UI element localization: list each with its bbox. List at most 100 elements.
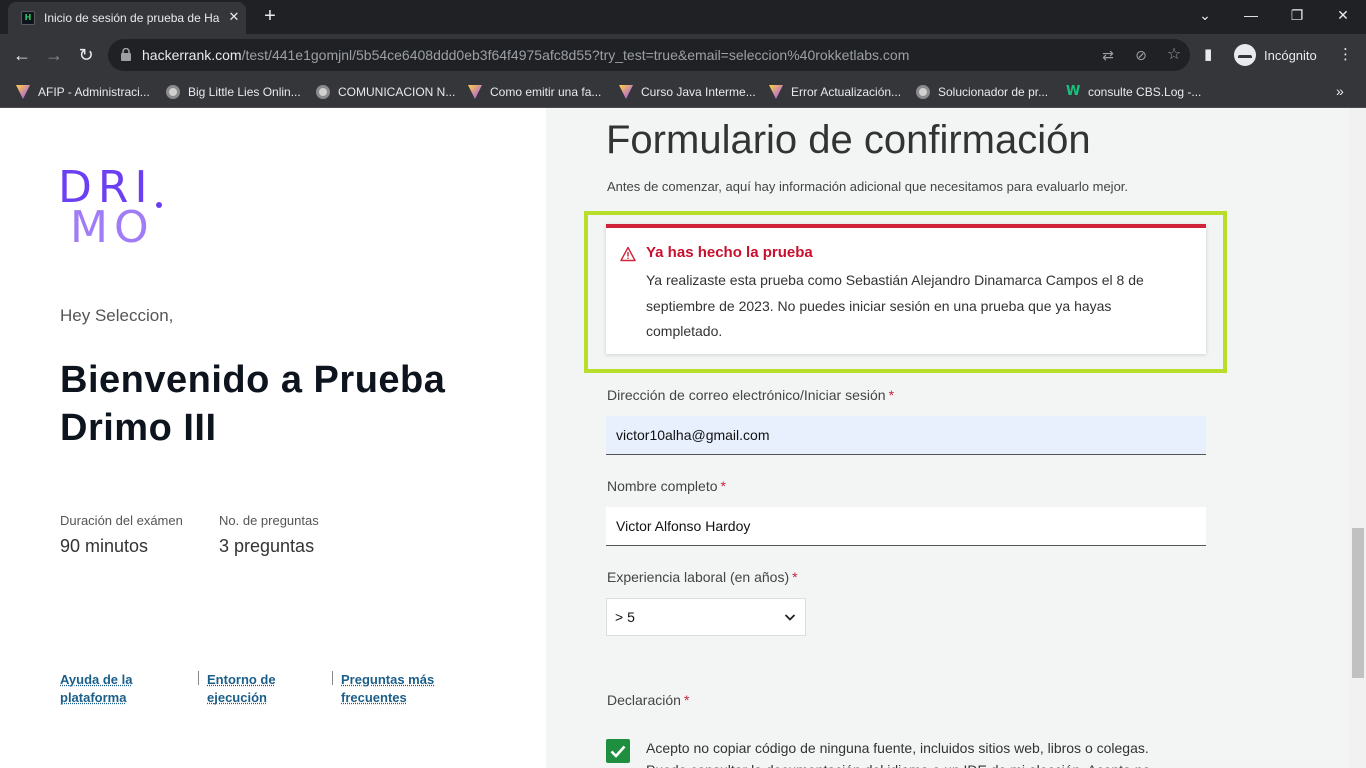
bookmark-item[interactable]: Wconsulte CBS.Log -... xyxy=(1066,83,1201,101)
hackerrank-favicon-icon: H xyxy=(21,11,35,25)
name-field-label: Nombre completo * xyxy=(607,478,726,494)
declaration-row: Acepto no copiar código de ninguna fuent… xyxy=(546,737,1350,768)
incognito-indicator[interactable]: Incógnito xyxy=(1234,40,1317,70)
bookmark-item[interactable]: Big Little Lies Onlin... xyxy=(166,83,301,101)
required-mark: * xyxy=(720,478,726,494)
vivaldi-favicon-icon xyxy=(619,85,633,99)
alert-message: Ya realizaste esta prueba como Sebastián… xyxy=(646,272,1144,339)
vivaldi-favicon-icon xyxy=(16,85,30,99)
url-path: /test/441e1gomjnl/5b54ce6408ddd0eb3f64f4… xyxy=(241,47,910,63)
already-taken-alert: Ya has hecho la prueba Ya realizaste est… xyxy=(606,224,1206,354)
questions-value: 3 preguntas xyxy=(219,536,315,556)
link-line: Ayuda de la xyxy=(60,672,133,687)
globe-icon xyxy=(916,85,930,99)
chevron-down-icon xyxy=(784,614,796,621)
bookmark-item[interactable]: Solucionador de pr... xyxy=(916,83,1048,101)
url-text: hackerrank.com/test/441e1gomjnl/5b54ce64… xyxy=(142,47,909,63)
duration-label: Duración del exámen xyxy=(60,513,183,528)
more-bookmarks-chevron-icon[interactable]: » xyxy=(1336,83,1344,99)
experience-field-label: Experiencia laboral (en años) * xyxy=(607,569,798,585)
vivaldi-favicon-icon xyxy=(468,85,482,99)
label-text: Experiencia laboral (en años) xyxy=(607,569,790,585)
translate-icon[interactable]: ⇄ xyxy=(1098,45,1118,65)
bookmark-label: Solucionador de pr... xyxy=(938,85,1049,99)
drimo-logo: DRI MO xyxy=(58,166,178,256)
welcome-heading: Bienvenido a Prueba Drimo III xyxy=(60,359,446,449)
page: DRI MO Hey Seleccion, Bienvenido a Prueb… xyxy=(0,108,1366,768)
warning-icon xyxy=(620,246,636,262)
restore-button[interactable]: ❐ xyxy=(1282,4,1312,26)
divider xyxy=(332,671,333,685)
faq-link[interactable]: Preguntas más frecuentes xyxy=(341,671,434,707)
form-subtitle: Antes de comenzar, aquí hay información … xyxy=(607,179,1129,194)
questions-label: No. de preguntas xyxy=(219,513,319,528)
new-tab-button[interactable]: + xyxy=(259,6,281,28)
tab-title: Inicio de sesión de prueba de Ha xyxy=(44,11,220,25)
label-text: Nombre completo xyxy=(607,478,718,494)
url-host: hackerrank.com xyxy=(142,47,242,63)
page-scrollbar[interactable] xyxy=(1350,108,1366,768)
declaration-checkbox[interactable] xyxy=(606,739,630,763)
browser-tab-bar: H Inicio de sesión de prueba de Ha ✕ + ⌄… xyxy=(0,0,1366,34)
label-text: Declaración xyxy=(607,692,681,708)
duration-value: 90 minutos xyxy=(60,536,149,556)
globe-icon xyxy=(166,85,180,99)
link-line: Preguntas más xyxy=(341,672,435,687)
bookmark-label: Curso Java Interme... xyxy=(641,85,756,99)
globe-icon xyxy=(316,85,330,99)
email-field-label: Dirección de correo electrónico/Iniciar … xyxy=(607,387,894,403)
form-title: Formulario de confirmación xyxy=(606,118,1091,162)
address-bar[interactable]: hackerrank.com/test/441e1gomjnl/5b54ce64… xyxy=(108,39,1190,71)
label-text: Dirección de correo electrónico/Iniciar … xyxy=(607,387,886,403)
reload-icon[interactable]: ↻ xyxy=(74,43,98,67)
divider xyxy=(198,671,199,685)
declaration-label: Declaración * xyxy=(607,692,689,708)
required-mark: * xyxy=(683,692,690,708)
forward-arrow-icon[interactable]: → xyxy=(42,43,66,67)
bookmark-star-icon[interactable]: ☆ xyxy=(1164,45,1184,65)
tab-search-chevron-icon[interactable]: ⌄ xyxy=(1190,4,1220,26)
bookmarks-bar: AFIP - Administraci... Big Little Lies O… xyxy=(0,76,1366,108)
bookmark-item[interactable]: Curso Java Interme... xyxy=(619,83,756,101)
browser-toolbar: ← → ↻ hackerrank.com/test/441e1gomjnl/5b… xyxy=(0,34,1366,76)
link-line: ejecución xyxy=(207,690,267,705)
bookmark-item[interactable]: COMUNICACION N... xyxy=(316,83,455,101)
vivaldi-favicon-icon xyxy=(769,85,783,99)
bookmark-label: COMUNICACION N... xyxy=(338,85,456,99)
bookmark-label: Error Actualización... xyxy=(791,85,902,99)
bookmark-item[interactable]: Como emitir una fa... xyxy=(468,83,601,101)
experience-select[interactable]: > 5 xyxy=(606,598,806,636)
lock-icon xyxy=(121,48,131,61)
bookmark-item[interactable]: AFIP - Administraci... xyxy=(16,83,150,101)
incognito-icon xyxy=(1234,44,1256,66)
close-window-button[interactable]: ✕ xyxy=(1328,4,1358,26)
bookmark-label: consulte CBS.Log -... xyxy=(1088,85,1202,99)
side-panel-icon[interactable]: ▮ xyxy=(1204,43,1212,67)
full-name-field[interactable] xyxy=(606,507,1206,546)
browser-tab[interactable]: H Inicio de sesión de prueba de Ha ✕ xyxy=(8,2,246,34)
greeting: Hey Seleccion, xyxy=(60,306,174,325)
link-line: plataforma xyxy=(60,690,127,705)
declaration-text: Acepto no copiar código de ninguna fuent… xyxy=(646,740,1150,768)
email-field[interactable] xyxy=(606,416,1206,455)
incognito-label: Incógnito xyxy=(1264,47,1317,63)
w-favicon-icon: W xyxy=(1066,84,1081,99)
link-line: Entorno de xyxy=(207,672,276,687)
bookmark-label: AFIP - Administraci... xyxy=(38,85,150,99)
checkmark-icon xyxy=(610,745,626,758)
minimize-button[interactable]: — xyxy=(1236,4,1266,26)
bookmark-label: Big Little Lies Onlin... xyxy=(188,85,301,99)
back-arrow-icon[interactable]: ← xyxy=(10,43,34,67)
bookmark-item[interactable]: Error Actualización... xyxy=(769,83,901,101)
close-tab-icon[interactable]: ✕ xyxy=(226,9,242,25)
menu-kebab-icon[interactable]: ⋮ xyxy=(1338,43,1353,67)
logo-dot xyxy=(156,202,162,208)
logo-text-bottom: MO xyxy=(70,202,155,253)
environment-link[interactable]: Entorno de ejecución xyxy=(207,671,276,707)
scrollbar-thumb[interactable] xyxy=(1352,528,1364,678)
platform-help-link[interactable]: Ayuda de la plataforma xyxy=(60,671,132,707)
eye-off-icon[interactable]: ⊘ xyxy=(1131,45,1151,65)
link-line: frecuentes xyxy=(341,690,407,705)
required-mark: * xyxy=(792,569,798,585)
bookmark-label: Como emitir una fa... xyxy=(490,85,602,99)
